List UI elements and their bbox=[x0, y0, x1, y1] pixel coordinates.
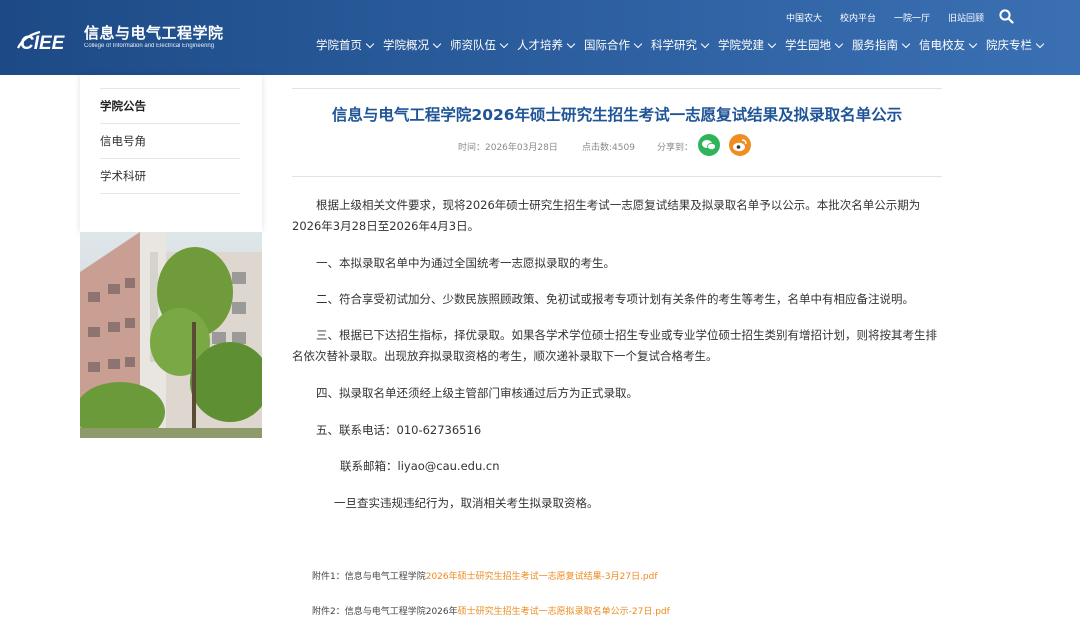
nav-alumni[interactable]: 信电校友 bbox=[919, 37, 978, 53]
sidebar-divider bbox=[100, 193, 240, 194]
nav-anniversary[interactable]: 院庆专栏 bbox=[986, 37, 1045, 53]
nav-party[interactable]: 学院党建 bbox=[718, 37, 777, 53]
chevron-down-icon bbox=[901, 39, 911, 48]
nav-research[interactable]: 科学研究 bbox=[651, 37, 710, 53]
chevron-down-icon bbox=[1035, 39, 1045, 48]
paragraph-item-4: 四、拟录取名单还须经上级主管部门审核通过后方为正式录取。 bbox=[316, 386, 638, 400]
paragraph-warning: 一旦查实违规违纪行为，取消相关考生拟录取资格。 bbox=[334, 496, 599, 510]
svg-text:CIEE: CIEE bbox=[20, 33, 66, 54]
sidebar-item-announcements[interactable]: 学院公告 bbox=[100, 98, 240, 114]
chevron-down-icon bbox=[365, 39, 375, 48]
chevron-down-icon bbox=[968, 39, 978, 48]
top-links: 中国农大 校内平台 一院一厅 旧站回顾 bbox=[768, 11, 984, 24]
toplink-one-hall[interactable]: 一院一厅 bbox=[894, 11, 930, 24]
nav-home[interactable]: 学院首页 bbox=[316, 37, 375, 53]
click-count: 点击数:4509 bbox=[582, 143, 635, 153]
sidebar-item-research[interactable]: 学术科研 bbox=[100, 168, 240, 184]
sidebar-divider bbox=[100, 123, 240, 124]
attachment-2-prefix: 附件2：信息与电气工程学院2026年 bbox=[312, 607, 458, 617]
search-icon[interactable] bbox=[999, 9, 1014, 24]
sidebar-divider bbox=[100, 158, 240, 159]
contact-email: 联系邮箱：liyao@cau.edu.cn bbox=[340, 459, 500, 473]
building-photo bbox=[80, 232, 262, 438]
college-logo[interactable]: CIEE 信息与电气工程学院 College of Information an… bbox=[14, 20, 224, 54]
attachment-1-link[interactable]: 2026年硕士研究生招生考试一志愿复试结果-3月27日.pdf bbox=[426, 572, 658, 582]
main-nav: 学院首页 学院概况 师资队伍 人才培养 国际合作 科学研究 学院党建 学生园地 … bbox=[316, 37, 1053, 53]
paragraph-item-3: 三、根据已下达招生指标，择优录取。如果各学术学位硕士招生专业或专业学位硕士招生类… bbox=[292, 328, 937, 363]
sidebar-item-news[interactable]: 信电号角 bbox=[100, 133, 240, 149]
attachment-1-prefix: 附件1：信息与电气工程学院 bbox=[312, 572, 426, 582]
attachment-2-link[interactable]: 硕士研究生招生考试一志愿拟录取名单公示-27日.pdf bbox=[458, 607, 670, 617]
nav-education[interactable]: 人才培养 bbox=[517, 37, 576, 53]
article-title: 信息与电气工程学院2026年硕士研究生招生考试一志愿复试结果及拟录取名单公示 bbox=[331, 106, 903, 124]
nav-services[interactable]: 服务指南 bbox=[852, 37, 911, 53]
sidebar-divider bbox=[100, 88, 240, 89]
site-header: CIEE 信息与电气工程学院 College of Information an… bbox=[0, 0, 1080, 75]
logo-english-name: College of Information and Electrical En… bbox=[84, 42, 215, 49]
chevron-down-icon bbox=[633, 39, 643, 48]
divider bbox=[292, 176, 942, 177]
attachment-2: 附件2：信息与电气工程学院2026年硕士研究生招生考试一志愿拟录取名单公示-27… bbox=[312, 604, 670, 617]
nav-faculty[interactable]: 师资队伍 bbox=[450, 37, 509, 53]
publish-time: 时间：2026年03月28日 bbox=[458, 143, 558, 153]
nav-students[interactable]: 学生园地 bbox=[785, 37, 844, 53]
paragraph-item-2: 二、符合享受初试加分、少数民族照顾政策、免初试或报考专项计划有关条件的考生等考生… bbox=[316, 292, 914, 306]
chevron-down-icon bbox=[566, 39, 576, 48]
chevron-down-icon bbox=[700, 39, 710, 48]
sidebar-menu: 学院公告 信电号角 学术科研 bbox=[80, 75, 262, 232]
article-meta: 时间：2026年03月28日 点击数:4509 分享到： bbox=[292, 137, 942, 157]
toplink-intranet[interactable]: 校内平台 bbox=[840, 11, 876, 24]
share-label: 分享到： bbox=[657, 143, 694, 153]
attachment-1: 附件1：信息与电气工程学院2026年硕士研究生招生考试一志愿复试结果-3月27日… bbox=[312, 569, 658, 582]
chevron-down-icon bbox=[499, 39, 509, 48]
paragraph-intro: 根据上级相关文件要求，现将2026年硕士研究生招生考试一志愿复试结果及拟录取名单… bbox=[292, 198, 921, 233]
nav-overview[interactable]: 学院概况 bbox=[383, 37, 442, 53]
chevron-down-icon bbox=[432, 39, 442, 48]
contact-phone: 五、联系电话：010-62736516 bbox=[316, 423, 482, 437]
toplink-cau[interactable]: 中国农大 bbox=[786, 11, 822, 24]
weibo-icon[interactable] bbox=[729, 134, 751, 156]
ciee-logo-mark-icon: CIEE bbox=[14, 20, 78, 54]
nav-international[interactable]: 国际合作 bbox=[584, 37, 643, 53]
paragraph-item-1: 一、本拟录取名单中为通过全国统考一志愿拟录取的考生。 bbox=[316, 256, 615, 270]
logo-chinese-name: 信息与电气工程学院 bbox=[84, 23, 224, 42]
toplink-old-site[interactable]: 旧站回顾 bbox=[948, 11, 984, 24]
divider bbox=[292, 88, 942, 89]
wechat-icon[interactable] bbox=[698, 134, 720, 156]
chevron-down-icon bbox=[834, 39, 844, 48]
chevron-down-icon bbox=[767, 39, 777, 48]
